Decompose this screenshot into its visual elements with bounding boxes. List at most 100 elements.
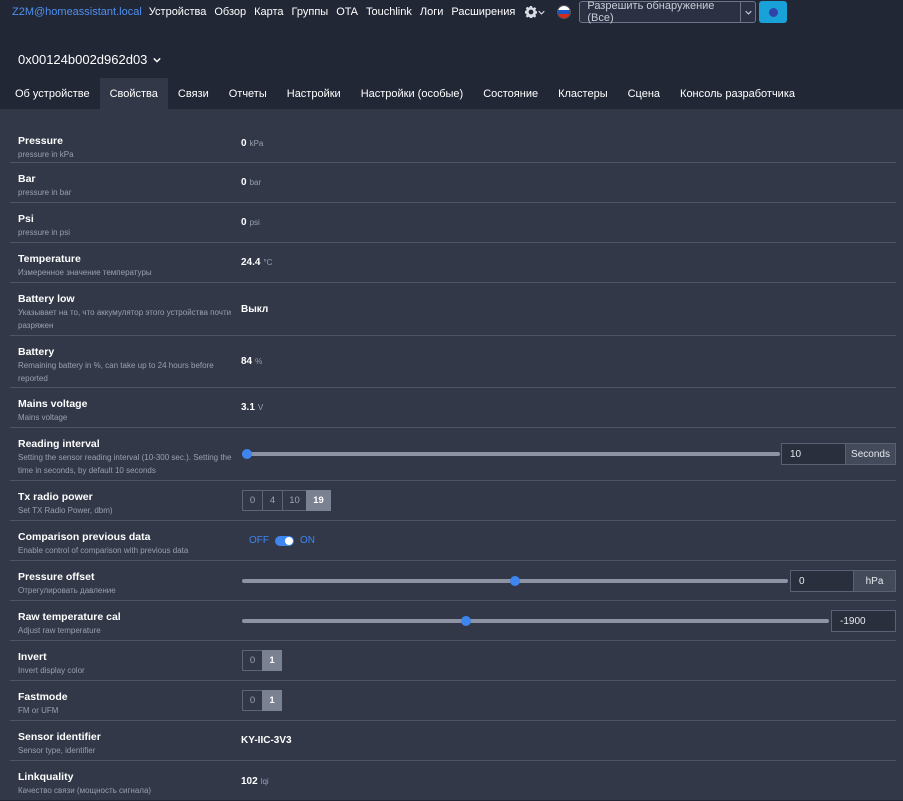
- tab-about[interactable]: Об устройстве: [5, 78, 100, 109]
- row-title: Temperature: [18, 253, 81, 265]
- row-invert: Invert Invert display color 0 1: [10, 641, 896, 681]
- tab-dev-console[interactable]: Консоль разработчика: [670, 78, 805, 109]
- toggle-on-label[interactable]: ON: [300, 535, 315, 546]
- row-value: 0: [241, 138, 247, 149]
- tab-settings[interactable]: Настройки: [277, 78, 351, 109]
- pressure-offset-input[interactable]: 0: [790, 570, 854, 592]
- row-title: Psi: [18, 213, 34, 225]
- row-description: pressure in bar: [18, 188, 72, 197]
- device-name: 0x00124b002d962d03: [18, 52, 148, 67]
- row-title: Battery low: [18, 293, 75, 305]
- permit-join-select[interactable]: Разрешить обнаружение (Все): [579, 0, 742, 24]
- fastmode-button-group: 0 1: [242, 690, 282, 711]
- tab-reporting[interactable]: Отчеты: [219, 78, 277, 109]
- reading-interval-slider[interactable]: [242, 452, 780, 456]
- row-unit: kPa: [249, 139, 264, 148]
- chevron-down-icon: [153, 57, 162, 63]
- row-value: 0: [241, 217, 247, 228]
- permit-join-dropdown[interactable]: [741, 1, 757, 23]
- comparison-toggle[interactable]: [275, 535, 294, 546]
- top-navbar: Z2M@homeassistant.local Устройства Обзор…: [0, 0, 903, 24]
- row-description: Enable control of comparison with previo…: [18, 546, 189, 555]
- chevron-down-icon: [538, 10, 546, 15]
- row-unit: psi: [249, 218, 260, 227]
- row-title: Pressure: [18, 135, 63, 147]
- tab-exposes[interactable]: Свойства: [99, 78, 168, 109]
- row-battery: Battery Remaining battery in %, can take …: [10, 336, 896, 388]
- row-battery-low: Battery low Указывает на то, что аккумуля…: [10, 283, 896, 336]
- nav-touchlink[interactable]: Touchlink: [366, 6, 412, 18]
- tab-settings-specific[interactable]: Настройки (особые): [351, 78, 474, 109]
- raw-temp-cal-slider-thumb[interactable]: [461, 616, 472, 626]
- tx-power-option[interactable]: 4: [262, 490, 282, 511]
- row-value: Выкл: [241, 303, 269, 315]
- row-value: 24.4: [241, 257, 261, 268]
- row-description: Adjust raw temperature: [18, 626, 101, 635]
- row-title: Pressure offset: [18, 571, 95, 583]
- row-unit: lqi: [260, 776, 269, 786]
- row-sensor-identifier: Sensor identifier Sensor type, identifier…: [10, 721, 896, 761]
- tx-power-button-group: 0 4 10 19: [242, 490, 331, 511]
- row-value: 0: [241, 177, 247, 188]
- tx-power-option[interactable]: 10: [282, 490, 306, 511]
- device-tabs: Об устройстве Свойства Связи Отчеты Наст…: [5, 78, 805, 109]
- tx-power-option[interactable]: 0: [242, 490, 262, 511]
- row-title: Tx radio power: [18, 491, 93, 503]
- nav-extensions[interactable]: Расширения: [451, 6, 515, 18]
- raw-temp-cal-slider[interactable]: [242, 619, 829, 623]
- permit-join-button[interactable]: [759, 1, 788, 23]
- nav-devices[interactable]: Устройства: [149, 6, 207, 18]
- nav-map[interactable]: Карта: [254, 6, 283, 18]
- pressure-offset-slider-thumb[interactable]: [510, 576, 520, 586]
- row-value: KY-IIC-3V3: [241, 735, 292, 746]
- row-description: pressure in kPa: [18, 150, 74, 159]
- language-flag-icon[interactable]: [557, 5, 572, 19]
- tab-clusters[interactable]: Кластеры: [548, 78, 618, 109]
- row-description: pressure in psi: [18, 228, 71, 237]
- row-title: Raw temperature cal: [18, 611, 121, 623]
- invert-option-selected[interactable]: 1: [262, 650, 282, 671]
- reading-interval-input[interactable]: 10: [781, 443, 846, 465]
- row-linkquality: Linkquality Качество связи (мощность сигн…: [10, 761, 896, 801]
- row-temperature: Temperature Измеренное значение температу…: [10, 243, 896, 283]
- nav-logs[interactable]: Логи: [420, 6, 444, 18]
- row-psi: Psi pressure in psi 0 psi: [10, 203, 896, 243]
- tab-state[interactable]: Состояние: [473, 78, 548, 109]
- row-description: Измеренное значение температуры: [18, 268, 152, 277]
- gear-icon: [525, 6, 538, 18]
- invert-button-group: 0 1: [242, 650, 282, 671]
- row-raw-temp-cal: Raw temperature cal Adjust raw temperatur…: [10, 601, 896, 641]
- row-title: Reading interval: [18, 438, 100, 450]
- reading-interval-slider-thumb[interactable]: [242, 449, 252, 459]
- row-description: FM or UFM: [18, 706, 59, 715]
- tx-power-option-selected[interactable]: 19: [306, 490, 331, 511]
- fastmode-option[interactable]: 0: [242, 690, 262, 711]
- tab-scene[interactable]: Сцена: [618, 78, 670, 109]
- pressure-offset-unit: hPa: [853, 570, 896, 592]
- toggle-knob: [285, 536, 293, 545]
- fastmode-option-selected[interactable]: 1: [262, 690, 282, 711]
- brand-link[interactable]: Z2M@homeassistant.local: [12, 6, 142, 18]
- row-title: Fastmode: [18, 691, 68, 703]
- device-title[interactable]: 0x00124b002d962d03: [18, 52, 162, 67]
- row-title: Linkquality: [18, 771, 74, 783]
- toggle-off-label[interactable]: OFF: [249, 535, 269, 546]
- row-value: 102: [241, 775, 258, 787]
- row-unit: bar: [249, 178, 262, 187]
- row-comparison: Comparison previous data Enable control o…: [10, 521, 896, 561]
- row-description: Качество связи (мощность сигнала): [18, 786, 152, 795]
- row-title: Bar: [18, 173, 36, 185]
- nav-ota[interactable]: OTA: [336, 6, 358, 18]
- row-title: Mains voltage: [18, 398, 88, 410]
- row-title: Battery: [18, 346, 55, 358]
- row-description: Set TX Radio Power, dbm): [18, 506, 113, 515]
- invert-option[interactable]: 0: [242, 650, 262, 671]
- raw-temp-cal-input[interactable]: -1900: [831, 610, 896, 632]
- row-tx-radio-power: Tx radio power Set TX Radio Power, dbm) 0…: [10, 481, 896, 521]
- nav-groups[interactable]: Группы: [292, 6, 329, 18]
- row-value: 3.1: [241, 402, 255, 413]
- nav-dashboard[interactable]: Обзор: [214, 6, 246, 18]
- row-pressure-offset: Pressure offset Отрегулировать давление 0…: [10, 561, 896, 601]
- tab-bind[interactable]: Связи: [168, 78, 219, 109]
- settings-menu[interactable]: [525, 6, 546, 18]
